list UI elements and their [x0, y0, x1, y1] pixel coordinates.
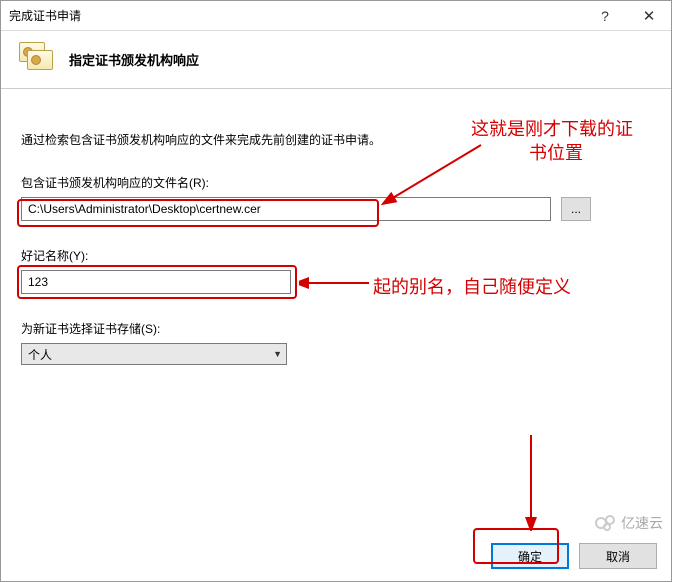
dialog-window: 完成证书申请 ? ✕ 指定证书颁发机构响应 通过检索包含证书颁发机构响应的文件来… — [0, 0, 672, 582]
file-path-label: 包含证书颁发机构响应的文件名(R): — [21, 174, 651, 191]
browse-button[interactable]: ... — [561, 197, 591, 221]
friendly-name-label: 好记名称(Y): — [21, 247, 651, 264]
watermark: 亿速云 — [595, 513, 663, 533]
annotation-arrow-ok — [511, 431, 551, 531]
cancel-button[interactable]: 取消 — [579, 543, 657, 569]
help-icon: ? — [601, 8, 609, 24]
description-text: 通过检索包含证书颁发机构响应的文件来完成先前创建的证书申请。 — [21, 131, 651, 148]
help-button[interactable]: ? — [583, 1, 627, 30]
close-icon: ✕ — [643, 7, 656, 25]
header-title: 指定证书颁发机构响应 — [69, 50, 199, 69]
cert-store-select[interactable]: 个人 ▼ — [21, 343, 287, 365]
chevron-down-icon: ▼ — [273, 349, 282, 359]
content-area: 通过检索包含证书颁发机构响应的文件来完成先前创建的证书申请。 包含证书颁发机构响… — [1, 89, 671, 365]
dialog-header: 指定证书颁发机构响应 — [1, 31, 671, 89]
watermark-text: 亿速云 — [621, 513, 663, 533]
titlebar: 完成证书申请 ? ✕ — [1, 1, 671, 31]
file-path-input[interactable] — [21, 197, 551, 221]
cert-store-value: 个人 — [28, 346, 52, 363]
certificate-icon — [17, 40, 57, 80]
window-title: 完成证书申请 — [9, 7, 583, 24]
button-bar: 确定 取消 — [491, 543, 657, 569]
watermark-icon — [595, 515, 617, 531]
ok-button[interactable]: 确定 — [491, 543, 569, 569]
friendly-name-input[interactable] — [21, 270, 291, 294]
cert-store-label: 为新证书选择证书存储(S): — [21, 320, 651, 337]
close-button[interactable]: ✕ — [627, 1, 671, 30]
